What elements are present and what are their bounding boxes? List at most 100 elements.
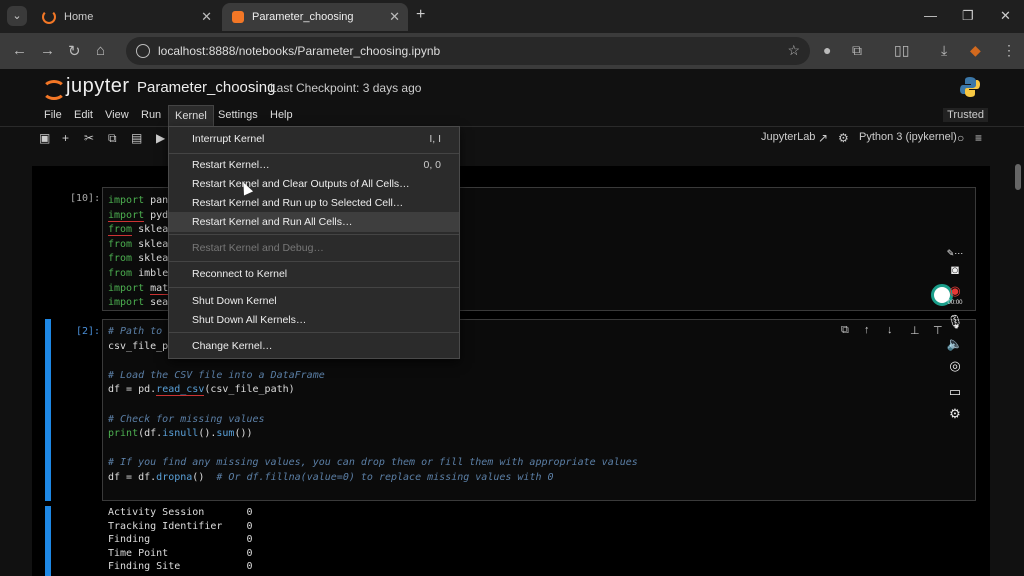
profile-avatar[interactable]: ◆ [970,42,981,59]
more-menu-icon[interactable]: ⋮ [1002,42,1016,59]
new-tab-button[interactable]: + [416,6,425,24]
menu-item-shut-down-all-kernels[interactable]: Shut Down All Kernels… [169,310,459,330]
notebook-favicon-icon [232,11,244,23]
menu-item-label: Change Kernel… [192,340,273,352]
insert-below-icon[interactable]: ⊥ [910,324,920,337]
tab-search-button[interactable]: ⌄ [7,6,27,26]
bookmark-star-icon[interactable]: ☆ [787,42,800,59]
add-cell-icon[interactable]: + [62,131,69,145]
menu-settings[interactable]: Settings [218,109,258,121]
close-tab-icon[interactable]: ✕ [389,9,400,25]
home-icon[interactable]: ⌂ [96,42,105,59]
microphone-icon[interactable]: 🎙 [944,314,966,332]
record-icon[interactable]: ◉ [944,283,966,301]
hamburger-menu-icon[interactable]: ≡ [975,131,982,145]
code-line: df = pd.read_csv(csv_file_path) [108,383,970,398]
output-line: Finding 0 [108,534,253,546]
menu-divider [169,234,459,235]
menu-run[interactable]: Run [141,109,161,121]
move-down-icon[interactable]: ↓ [887,324,893,336]
menu-item-shut-down-kernel[interactable]: Shut Down Kernel [169,291,459,311]
shortcut: 0, 0 [423,159,441,171]
menu-item-label: Shut Down All Kernels… [192,314,307,326]
puzzle-extensions-icon[interactable]: ⧉ [852,42,862,59]
kernel-name[interactable]: Python 3 (ipykernel) [859,131,957,143]
address-bar[interactable]: localhost:8888/notebooks/Parameter_choos… [126,37,810,65]
copy-icon[interactable]: ⧉ [108,131,117,146]
menu-item-restart-kernel[interactable]: Restart Kernel… 0, 0 [169,155,459,175]
window-icon[interactable]: ▭ [944,384,966,402]
close-tab-icon[interactable]: ✕ [201,9,212,25]
menu-item-restart-run-all[interactable]: Restart Kernel and Run All Cells… [169,212,459,232]
close-window-icon[interactable]: ✕ [1000,8,1011,24]
menu-help[interactable]: Help [270,109,293,121]
back-icon[interactable]: ← [12,42,27,59]
run-icon[interactable]: ▶ [156,131,165,145]
menu-file[interactable]: File [44,109,62,121]
menu-item-reconnect-kernel[interactable]: Reconnect to Kernel [169,264,459,284]
trusted-badge[interactable]: Trusted [943,108,988,122]
code-token: sum [216,428,235,440]
jupyter-logo-text: jupyter [66,75,130,97]
duplicate-cell-icon[interactable]: ⧉ [841,324,849,337]
code-token: (df. [138,428,163,440]
scrollbar-thumb[interactable] [1015,164,1021,190]
tab-home[interactable]: Home ✕ [32,3,220,31]
code-token: # Load the CSV file into a DataFrame [108,369,325,381]
cut-icon[interactable]: ✂ [84,131,94,145]
code-token: df = df. [108,471,157,483]
insert-above-icon[interactable]: ⊤ [933,324,943,337]
menu-item-interrupt-kernel[interactable]: Interrupt Kernel I, I [169,129,459,149]
menu-item-restart-run-to-selected[interactable]: Restart Kernel and Run up to Selected Ce… [169,193,459,213]
code-token: import [108,195,145,206]
code-token: import [108,297,145,309]
output-line: Finding Site 0 [108,561,253,573]
minimize-icon[interactable]: — [924,8,937,23]
forward-icon[interactable]: → [40,42,55,59]
jupyterlab-link[interactable]: JupyterLab [761,131,815,143]
webcam-icon[interactable]: ◎ [944,358,966,376]
external-link-icon[interactable]: ↗ [818,131,828,145]
jupyter-header: jupyter Parameter_choosing Last Checkpoi… [0,69,1024,105]
menu-kernel[interactable]: Kernel [168,105,214,127]
reading-mode-icon[interactable]: ▯▯ [894,42,909,59]
site-info-icon[interactable] [136,44,150,58]
notebook-toolbar: ▣ + ✂ ⧉ ▤ ▶ JupyterLab ↗ ⚙ Python 3 (ipy… [0,127,1024,149]
menu-item-label: Reconnect to Kernel [192,268,288,280]
code-token: # If you find any missing values, you ca… [108,457,638,469]
download-icon[interactable]: ⤓ [941,42,947,59]
settings-gear-icon[interactable]: ⚙ [944,406,966,424]
output-cell-indicator [45,506,51,576]
restore-icon[interactable]: ❐ [962,8,974,24]
menu-item-label: Shut Down Kernel [192,295,277,307]
notebook-title[interactable]: Parameter_choosing [137,79,275,96]
tab-label: Parameter_choosing [252,11,354,23]
code-token: import [108,209,145,222]
speaker-icon[interactable]: 🔈 [944,336,966,354]
cell-prompt: [10]: [70,193,101,204]
menu-view[interactable]: View [105,109,129,121]
menu-divider [169,153,459,154]
menu-item-change-kernel[interactable]: Change Kernel… [169,336,459,356]
tab-parameter-choosing[interactable]: Parameter_choosing ✕ [222,3,408,31]
paste-icon[interactable]: ▤ [131,131,142,145]
extension-icon[interactable]: ● [823,42,831,58]
camera-icon[interactable]: ◙ [944,262,966,280]
menu-item-restart-clear-outputs[interactable]: Restart Kernel and Clear Outputs of All … [169,174,459,194]
menu-item-restart-debug: Restart Kernel and Debug… [169,238,459,258]
move-up-icon[interactable]: ↑ [864,324,870,336]
python-logo-icon [960,77,980,97]
browser-toolbar: ← → ↻ ⌂ localhost:8888/notebooks/Paramet… [0,33,1024,69]
save-icon[interactable]: ▣ [39,131,50,145]
code-token: # Path to y [108,326,175,337]
code-token: csv_file_pa [108,340,175,352]
code-token: dropna [156,471,193,483]
settings-gear-icon[interactable]: ⚙ [838,131,849,145]
notebook-scrollbar[interactable] [1013,150,1024,576]
reload-icon[interactable]: ↻ [68,42,81,60]
menu-divider [169,261,459,262]
menu-edit[interactable]: Edit [74,109,93,121]
output-line: Tracking Identifier 0 [108,520,253,532]
jupyter-logo[interactable]: jupyter [42,75,130,100]
